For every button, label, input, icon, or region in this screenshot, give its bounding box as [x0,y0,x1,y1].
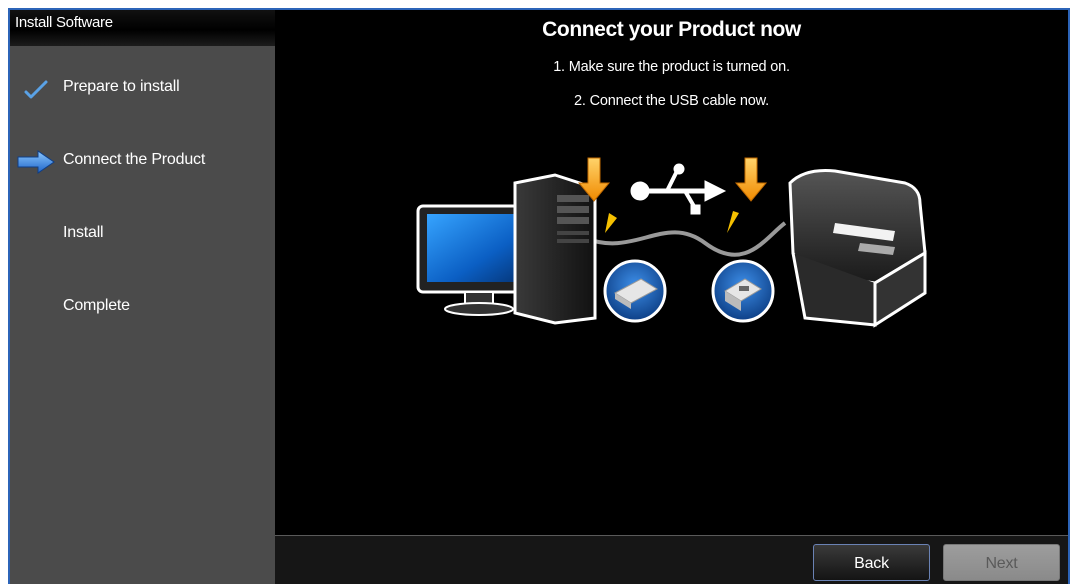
sidebar-header: Install Software [10,10,275,46]
main-content: Connect your Product now 1. Make sure th… [275,10,1068,535]
step-complete: Complete [10,291,275,327]
footer-bar: Back Next [275,535,1068,584]
step-label: Install [63,224,104,241]
instruction-2: 2. Connect the USB cable now. [574,93,769,109]
page-title: Connect your Product now [542,18,801,41]
usb-cable [584,221,787,257]
step-prepare-to-install: Prepare to install [10,72,275,108]
usb-a-connector-icon [603,259,667,323]
printer [788,169,927,328]
step-connect-the-product: Connect the Product [10,145,275,181]
usb-connection-illustration [416,157,927,328]
instruction-1: 1. Make sure the product is turned on. [553,59,790,75]
computer-tower [513,173,597,325]
step-install: Install [10,218,275,254]
back-button[interactable]: Back [813,544,930,581]
step-label: Prepare to install [63,78,180,95]
arrow-right-icon [17,150,55,174]
sidebar: Install Software Prepare to install Conn… [10,10,275,584]
usb-b-connector-icon [711,259,775,323]
window-title: Install Software [15,14,113,31]
checkmark-icon [24,80,48,99]
step-label: Connect the Product [63,151,206,168]
usb-symbol-icon [630,163,727,215]
plug-in-arrow-icon [727,157,768,233]
next-button[interactable]: Next [943,544,1060,581]
step-label: Complete [63,297,130,314]
installer-window: Install Software Prepare to install Conn… [8,8,1070,584]
